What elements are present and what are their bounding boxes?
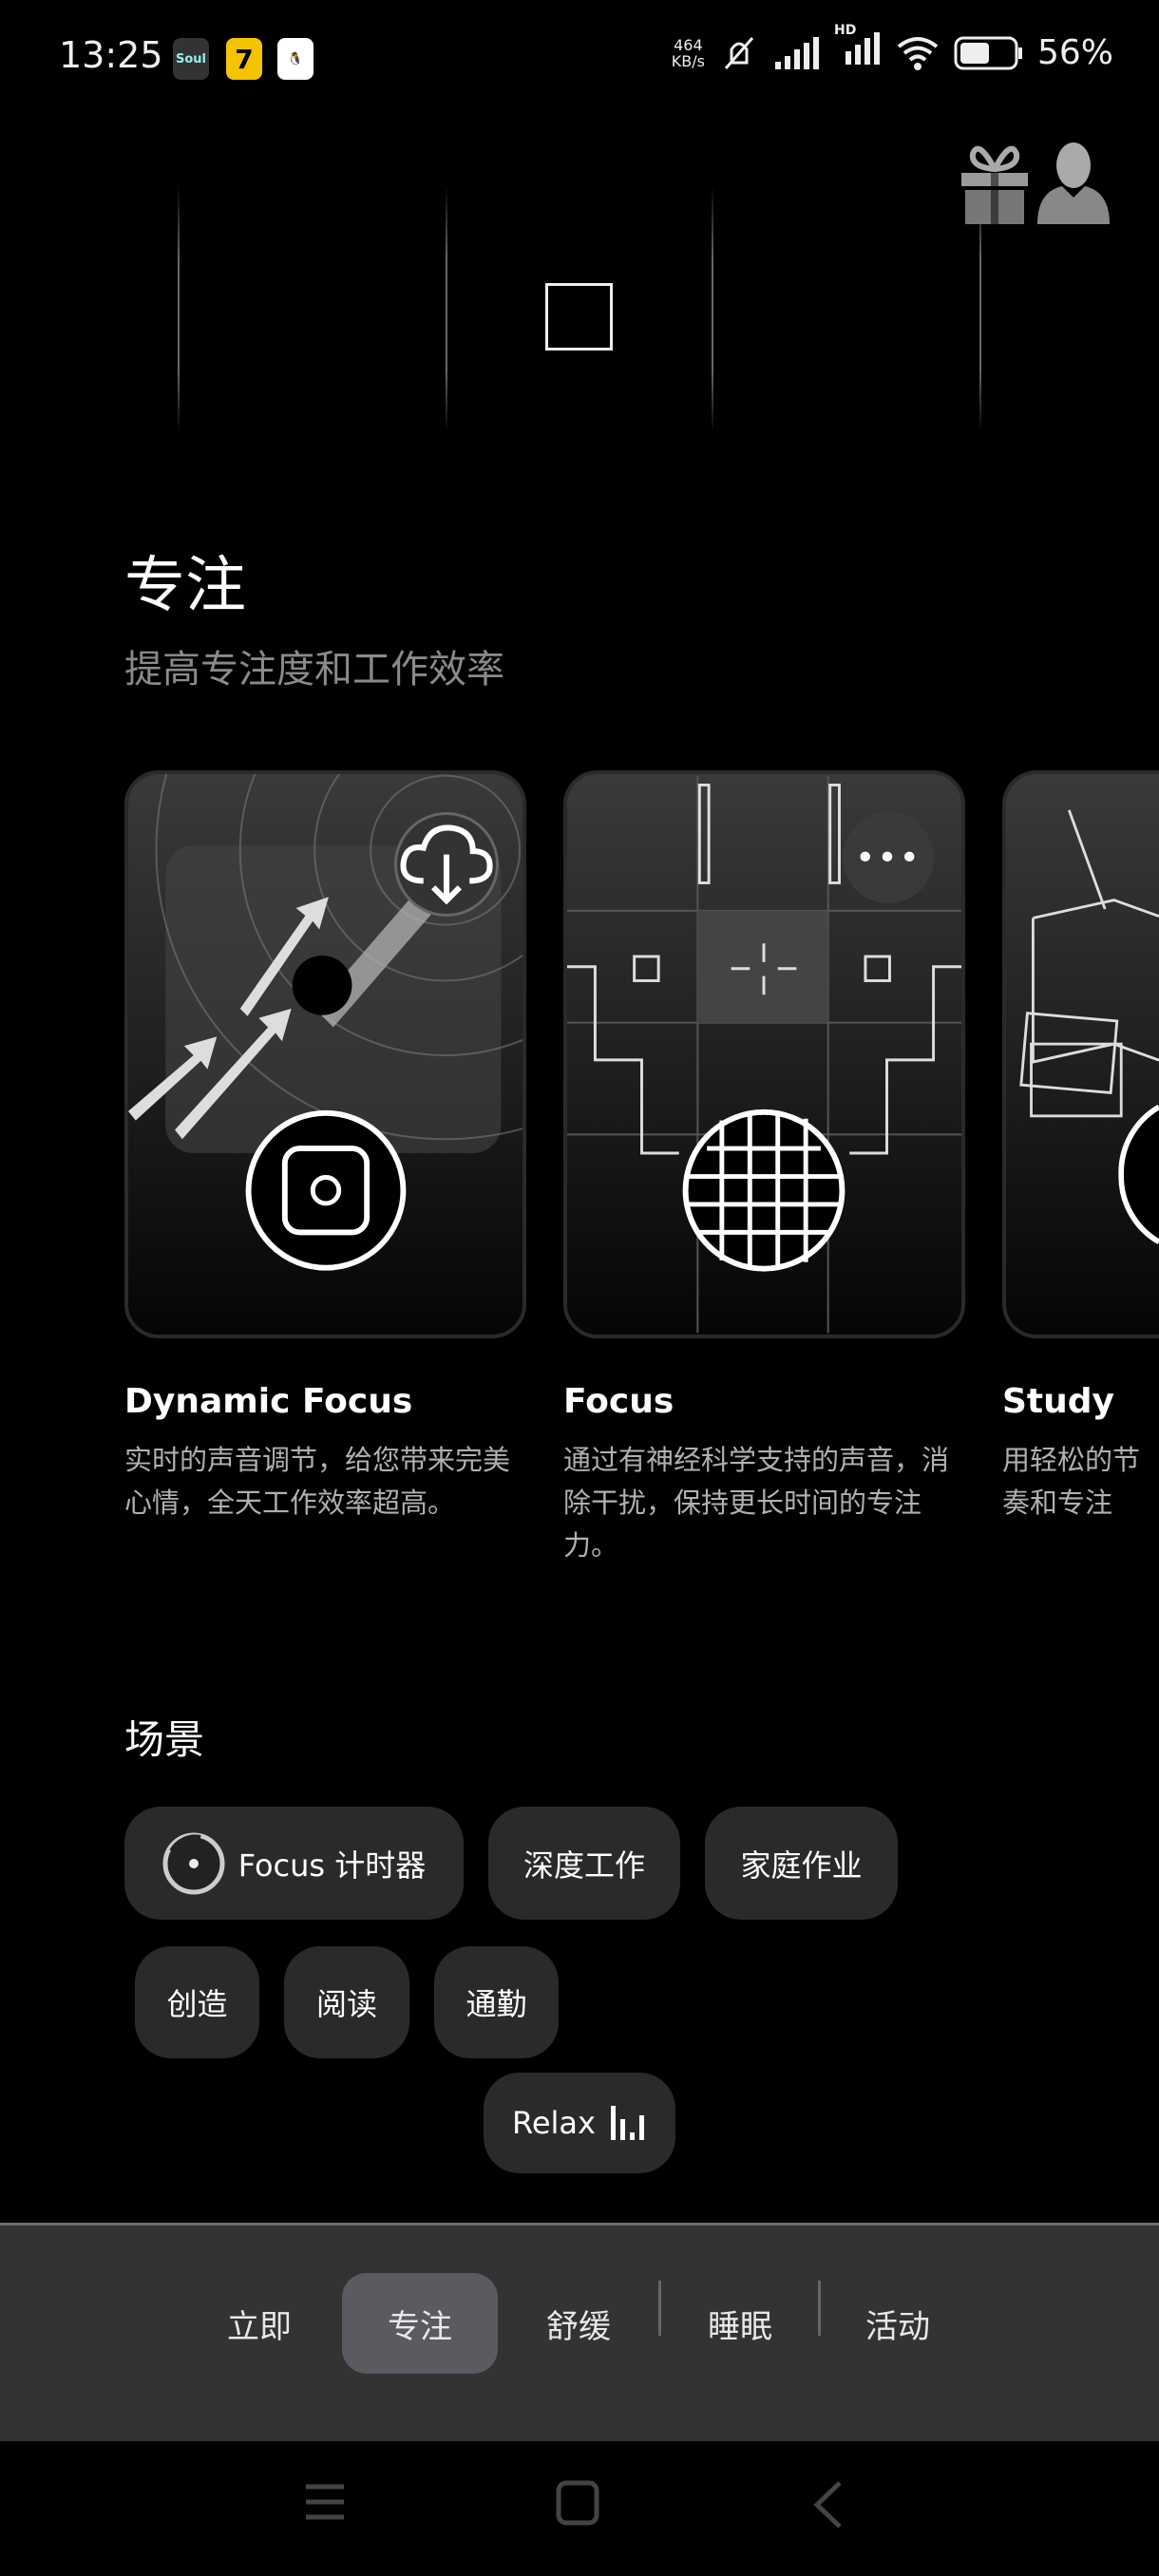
- card-title: Focus: [563, 1382, 674, 1421]
- chip-create[interactable]: 创造: [135, 1946, 259, 2058]
- chip-relax[interactable]: Relax: [484, 2073, 675, 2173]
- net-speed: 464 KB/s: [671, 35, 705, 70]
- status-time: 13:25: [59, 34, 163, 76]
- cloud-download-button[interactable]: [394, 812, 499, 917]
- equalizer-icon: [610, 2106, 644, 2140]
- chip-homework[interactable]: 家庭作业: [705, 1807, 898, 1920]
- study-artwork: [1019, 809, 1159, 1244]
- scenes-title: 场景: [124, 1716, 205, 1763]
- signal-hd-icon: HD: [834, 23, 882, 73]
- mute-bell-icon: [724, 36, 754, 69]
- bottom-nav: 立即 专注 舒缓 睡眠 活动: [0, 2223, 1159, 2441]
- chip-deep-work[interactable]: 深度工作: [488, 1807, 680, 1920]
- more-icon: •••: [855, 838, 922, 878]
- tab-divider: [658, 2281, 661, 2336]
- tab-focus[interactable]: 专注: [342, 2273, 498, 2374]
- card-dynamic-focus[interactable]: [124, 770, 526, 1338]
- decor-line: [446, 185, 447, 432]
- tab-now[interactable]: 立即: [181, 2273, 337, 2374]
- page-subtitle: 提高专注度和工作效率: [124, 648, 504, 691]
- timer-disc-icon: [162, 1832, 225, 1894]
- status-indicators: 464 KB/s HD 56%: [671, 23, 1113, 73]
- tab-relax[interactable]: 舒缓: [501, 2273, 656, 2374]
- signal-icon: [774, 36, 819, 69]
- center-square[interactable]: [545, 283, 613, 350]
- chip-focus-timer[interactable]: Focus 计时器: [124, 1807, 464, 1920]
- qq-app-icon: 🐧: [277, 38, 314, 80]
- card-focus[interactable]: •••: [563, 770, 965, 1338]
- card-description: 通过有神经科学支持的声音，消除干扰，保持更长时间的专注力。: [563, 1444, 950, 1562]
- tab-sleep[interactable]: 睡眠: [662, 2273, 818, 2374]
- chip-commute[interactable]: 通勤: [434, 1946, 559, 2058]
- battery-percent: 56%: [1036, 33, 1113, 72]
- card-study[interactable]: [1002, 770, 1159, 1338]
- cloud-download-icon: [400, 824, 493, 905]
- tab-activity[interactable]: 活动: [820, 2273, 976, 2374]
- more-button[interactable]: •••: [843, 812, 934, 903]
- menu-icon[interactable]: [302, 2479, 348, 2525]
- page-title: 专注: [124, 551, 246, 621]
- battery-icon: [954, 36, 1022, 69]
- home-icon[interactable]: [555, 2479, 600, 2527]
- decor-line: [712, 185, 713, 432]
- soul-app-icon: Soul: [173, 38, 209, 80]
- gift-icon[interactable]: [960, 144, 1030, 224]
- back-icon[interactable]: [809, 2479, 847, 2530]
- card-description: 实时的声音调节，给您带来完美心情，全天工作效率超高。: [124, 1444, 511, 1519]
- card-title: Study: [1002, 1382, 1115, 1421]
- card-description: 用轻松的节奏和专注: [1002, 1444, 1141, 1519]
- app-7-icon: 7: [226, 38, 262, 80]
- profile-icon[interactable]: [1036, 142, 1112, 224]
- chip-read[interactable]: 阅读: [284, 1946, 409, 2058]
- wifi-icon: [897, 36, 939, 70]
- card-title: Dynamic Focus: [124, 1382, 413, 1421]
- decor-line: [178, 185, 180, 432]
